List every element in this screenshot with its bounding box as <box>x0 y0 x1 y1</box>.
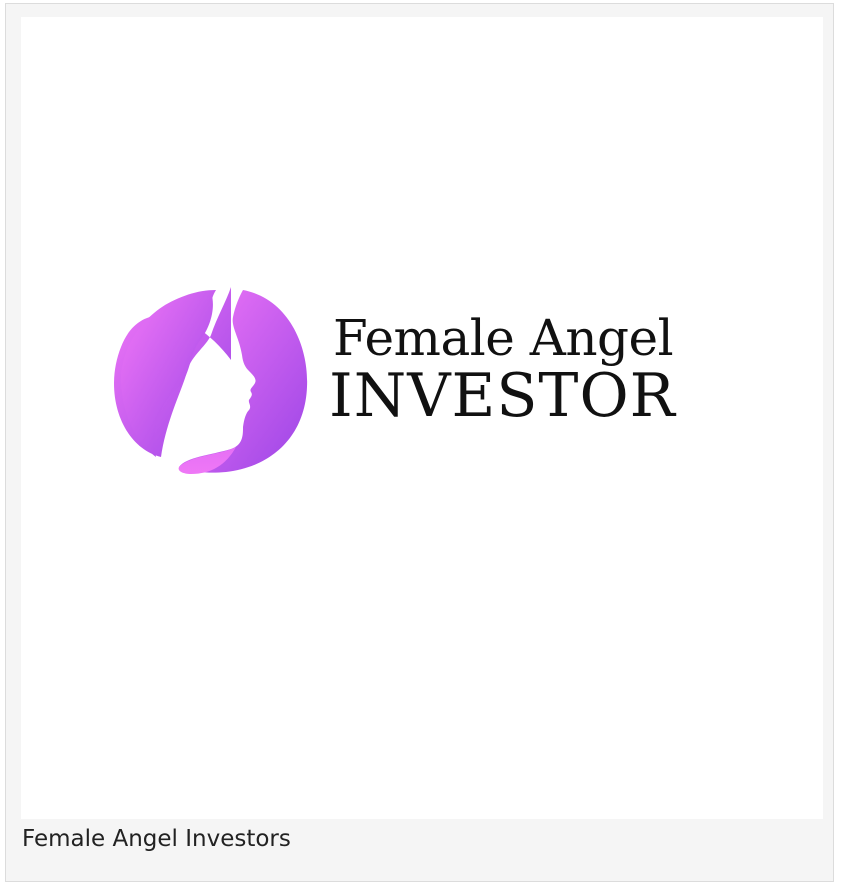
logo-line-1: Female Angel <box>333 309 674 367</box>
logo-image: Female Angel INVESTOR <box>21 17 823 819</box>
logo-card: Female Angel INVESTOR Female Angel Inves… <box>5 3 834 882</box>
logo-line-2: INVESTOR <box>329 361 676 431</box>
image-caption: Female Angel Investors <box>22 826 291 852</box>
